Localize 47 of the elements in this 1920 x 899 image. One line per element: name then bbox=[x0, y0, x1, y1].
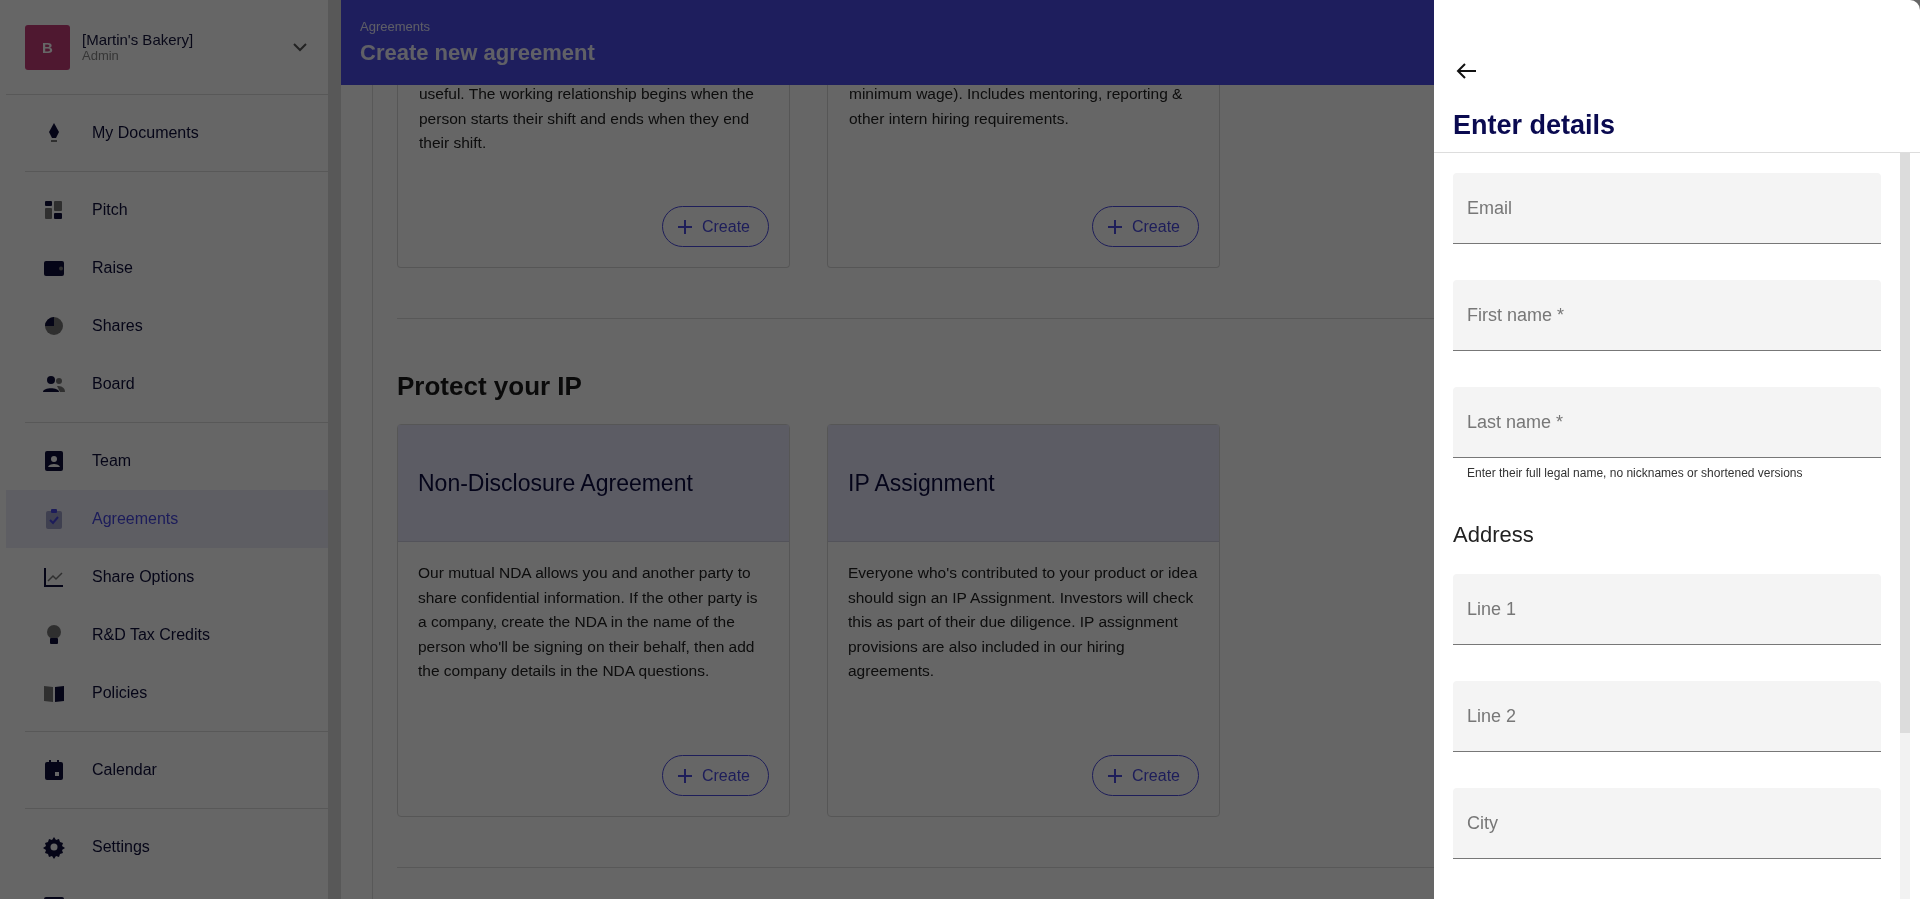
panel-title: Enter details bbox=[1453, 110, 1617, 141]
plus-icon bbox=[676, 218, 693, 235]
card-description: Our mutual NDA allows you and another party to share confidential information. If the other party is a company, create the NDA in the name of the person who'll be signing on their behalf, then add the company details in the NDA questions. bbox=[417, 563, 759, 681]
input-field[interactable]: Line 1 bbox=[1453, 574, 1881, 645]
calendar-icon bbox=[42, 758, 66, 782]
back-arrow-icon[interactable] bbox=[1455, 62, 1477, 80]
card-description: Everyone who's contributed to your product or idea should sign an IP Assignment. Investors will check this as part of their due diligence. IP assignment provisions are also included in our hiring agreements. bbox=[847, 563, 1199, 681]
section-title: Protect your IP bbox=[397, 370, 583, 403]
create-button[interactable]: Create bbox=[661, 755, 769, 796]
plus-icon bbox=[1106, 767, 1123, 784]
plus-icon bbox=[676, 767, 693, 784]
scrollbar[interactable] bbox=[1900, 153, 1910, 899]
card-title: Non-Disclosure Agreement bbox=[418, 469, 693, 497]
person-badge-icon bbox=[42, 449, 66, 473]
nav-item[interactable]: Board bbox=[6, 355, 328, 413]
company-avatar: B bbox=[25, 24, 70, 70]
line-chart-icon bbox=[42, 565, 66, 589]
company-name: [Martin's Bakery] bbox=[82, 31, 195, 48]
card-title: IP Assignment bbox=[848, 469, 995, 497]
create-button[interactable]: Create bbox=[661, 206, 769, 247]
pie-chart-icon bbox=[42, 314, 66, 338]
nav-item[interactable]: Share Options bbox=[6, 548, 328, 606]
nav-item[interactable]: Raise bbox=[6, 239, 328, 297]
nav-item[interactable]: Team bbox=[6, 432, 328, 490]
helper-text: Enter their full legal name, no nicknames or shortened versions bbox=[1466, 466, 1804, 482]
input-field[interactable]: First name * bbox=[1453, 280, 1881, 351]
nav-item[interactable]: Shares bbox=[6, 297, 328, 355]
nav-item[interactable]: Pitch bbox=[6, 181, 328, 239]
card-description: useful. The working relationship begins when the person starts their shift and ends when they end their shift. bbox=[419, 84, 755, 153]
nav-item[interactable]: R&D Tax Credits bbox=[6, 606, 328, 664]
input-field[interactable]: Last name * bbox=[1453, 387, 1881, 458]
chevron-down-icon[interactable] bbox=[293, 42, 307, 52]
nav-item[interactable]: Settings bbox=[6, 818, 328, 876]
form-section-title: Address bbox=[1453, 522, 1535, 548]
nav-item[interactable]: My Documents bbox=[6, 104, 328, 162]
create-button[interactable]: Create bbox=[1091, 206, 1199, 247]
nav-item[interactable]: Agreements bbox=[6, 490, 328, 548]
page-title: Create new agreement bbox=[360, 40, 596, 66]
input-field[interactable]: Line 2 bbox=[1453, 681, 1881, 752]
nav-item[interactable]: Calendar bbox=[6, 741, 328, 799]
plus-icon bbox=[1106, 218, 1123, 235]
settings-icon bbox=[42, 835, 66, 859]
input-field[interactable]: City bbox=[1453, 788, 1881, 859]
input-field[interactable]: Email bbox=[1453, 173, 1881, 244]
create-button[interactable]: Create bbox=[1091, 755, 1199, 796]
nav-item[interactable]: Policies bbox=[6, 664, 328, 722]
card-description: minimum wage). Includes mentoring, reporting & other intern hiring requirements. bbox=[849, 84, 1184, 129]
